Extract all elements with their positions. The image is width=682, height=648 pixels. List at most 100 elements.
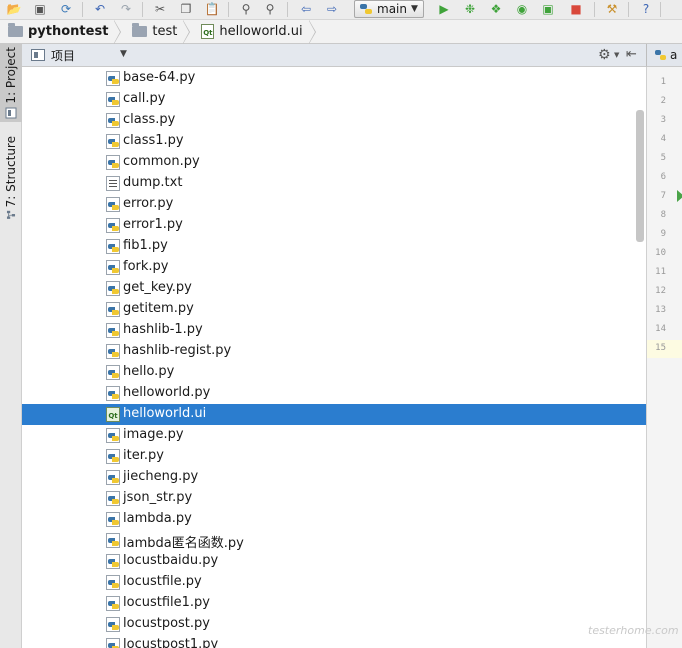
cut-icon[interactable]: ✂ [152,1,168,17]
run-gutter-icon[interactable] [677,190,682,202]
debug-icon[interactable]: ❉ [462,1,478,17]
tree-file-item[interactable]: base-64.py [22,68,646,89]
tree-file-name: jiecheng.py [123,469,199,484]
line-number: 8 [660,210,666,220]
tree-file-item[interactable]: Qt helloworld.ui [22,404,646,425]
structure-icon [6,211,16,220]
paste-icon[interactable]: 📋 [204,1,220,17]
tree-file-item[interactable]: helloworld.py [22,383,646,404]
tree-file-item[interactable]: hello.py [22,362,646,383]
profile-icon[interactable]: ◉ [514,1,530,17]
line-number: 5 [660,153,666,163]
tree-file-name: hello.py [123,364,175,379]
tree-file-item[interactable]: common.py [22,152,646,173]
python-icon [360,4,372,14]
synchronize-icon[interactable]: ⟳ [58,1,74,17]
tree-file-name: error.py [123,196,174,211]
structure-tool-tab[interactable]: 7: Structure [0,136,22,220]
tree-file-item[interactable]: fork.py [22,257,646,278]
breadcrumb-separator-icon [308,19,319,44]
tree-file-item[interactable]: image.py [22,425,646,446]
replace-icon[interactable]: ⚲ [262,1,278,17]
tree-file-item[interactable]: call.py [22,89,646,110]
python-file-icon [106,344,120,359]
tree-file-item[interactable]: locustbaidu.py [22,551,646,572]
python-file-icon [106,596,120,611]
tree-file-item[interactable]: locustpost1.py [22,635,646,648]
tree-file-name: class1.py [123,133,184,148]
tree-file-name: fork.py [123,259,169,274]
toolbar-separator [660,2,661,17]
python-file-icon [106,575,120,590]
tree-file-item[interactable]: jiecheng.py [22,467,646,488]
breadcrumb-file-label: helloworld.ui [219,24,303,39]
tree-file-item[interactable]: fib1.py [22,236,646,257]
tree-file-item[interactable]: get_key.py [22,278,646,299]
redo-icon[interactable]: ↷ [118,1,134,17]
tree-file-item[interactable]: lambda匿名函数.py [22,530,646,551]
qt-ui-file-icon: Qt [106,407,120,422]
tree-file-item[interactable]: class1.py [22,131,646,152]
tree-file-name: base-64.py [123,70,196,85]
tree-scrollbar-thumb[interactable] [636,110,644,242]
run-icon[interactable]: ▶ [436,1,452,17]
tree-file-item[interactable]: class.py [22,110,646,131]
tree-file-item[interactable]: hashlib-regist.py [22,341,646,362]
concurrency-icon[interactable]: ▣ [540,1,556,17]
project-view-icon [31,49,45,61]
python-file-icon [106,617,120,632]
tree-file-item[interactable]: json_str.py [22,488,646,509]
tree-file-name: class.py [123,112,176,127]
back-icon[interactable]: ⇦ [298,1,314,17]
settings-icon[interactable]: ⚒ [604,1,620,17]
forward-icon[interactable]: ⇨ [324,1,340,17]
folder-icon [8,23,23,37]
tree-file-name: image.py [123,427,184,442]
help-icon[interactable]: ? [638,1,654,17]
line-number: 2 [660,96,666,106]
chevron-down-icon[interactable]: ▼ [614,51,619,59]
project-tool-tab[interactable]: 1: Project [0,44,22,122]
run-configuration-select[interactable]: main ▼ [354,0,424,18]
tree-file-item[interactable]: lambda.py [22,509,646,530]
open-folder-icon[interactable]: 📂 [6,1,22,17]
breadcrumb-file[interactable]: Qt helloworld.ui [193,20,308,44]
tree-file-name: locustbaidu.py [123,553,219,568]
breadcrumb-separator-icon [114,19,124,44]
python-file-icon [106,470,120,485]
stop-icon[interactable]: ■ [568,1,584,17]
find-icon[interactable]: ⚲ [238,1,254,17]
python-file-icon [106,365,120,380]
project-file-tree: base-64.py call.py class.py class1.py common… [22,67,646,648]
line-number: 13 [655,305,666,315]
tree-file-item[interactable]: iter.py [22,446,646,467]
toolbar-separator [628,2,629,17]
tree-file-item[interactable]: locustfile1.py [22,593,646,614]
tree-file-name: dump.txt [123,175,183,190]
line-number: 12 [655,286,666,296]
tree-file-item[interactable]: dump.txt [22,173,646,194]
tree-file-item[interactable]: error1.py [22,215,646,236]
coverage-icon[interactable]: ❖ [488,1,504,17]
gear-icon[interactable]: ⚙ [598,47,611,63]
hide-panel-icon[interactable]: ⇤ [626,47,637,62]
breadcrumb-project[interactable]: pythontest [0,20,114,44]
tree-file-item[interactable]: hashlib-1.py [22,320,646,341]
breadcrumb-folder[interactable]: test [124,20,183,44]
chevron-down-icon[interactable]: ▼ [120,49,127,59]
editor-tab[interactable]: a [646,44,682,67]
tree-file-item[interactable]: getitem.py [22,299,646,320]
tree-file-name: common.py [123,154,200,169]
project-panel-title[interactable]: 项目 [51,47,75,64]
tree-file-item[interactable]: error.py [22,194,646,215]
python-file-icon [106,197,120,212]
qt-ui-file-icon: Qt [201,24,215,39]
copy-icon[interactable]: ❐ [178,1,194,17]
undo-icon[interactable]: ↶ [92,1,108,17]
save-all-icon[interactable]: ▣ [32,1,48,17]
run-configuration-label: main [377,2,407,16]
tree-file-name: hashlib-regist.py [123,343,232,358]
tree-file-name: helloworld.py [123,385,211,400]
tree-file-item[interactable]: locustpost.py [22,614,646,635]
tree-file-item[interactable]: locustfile.py [22,572,646,593]
